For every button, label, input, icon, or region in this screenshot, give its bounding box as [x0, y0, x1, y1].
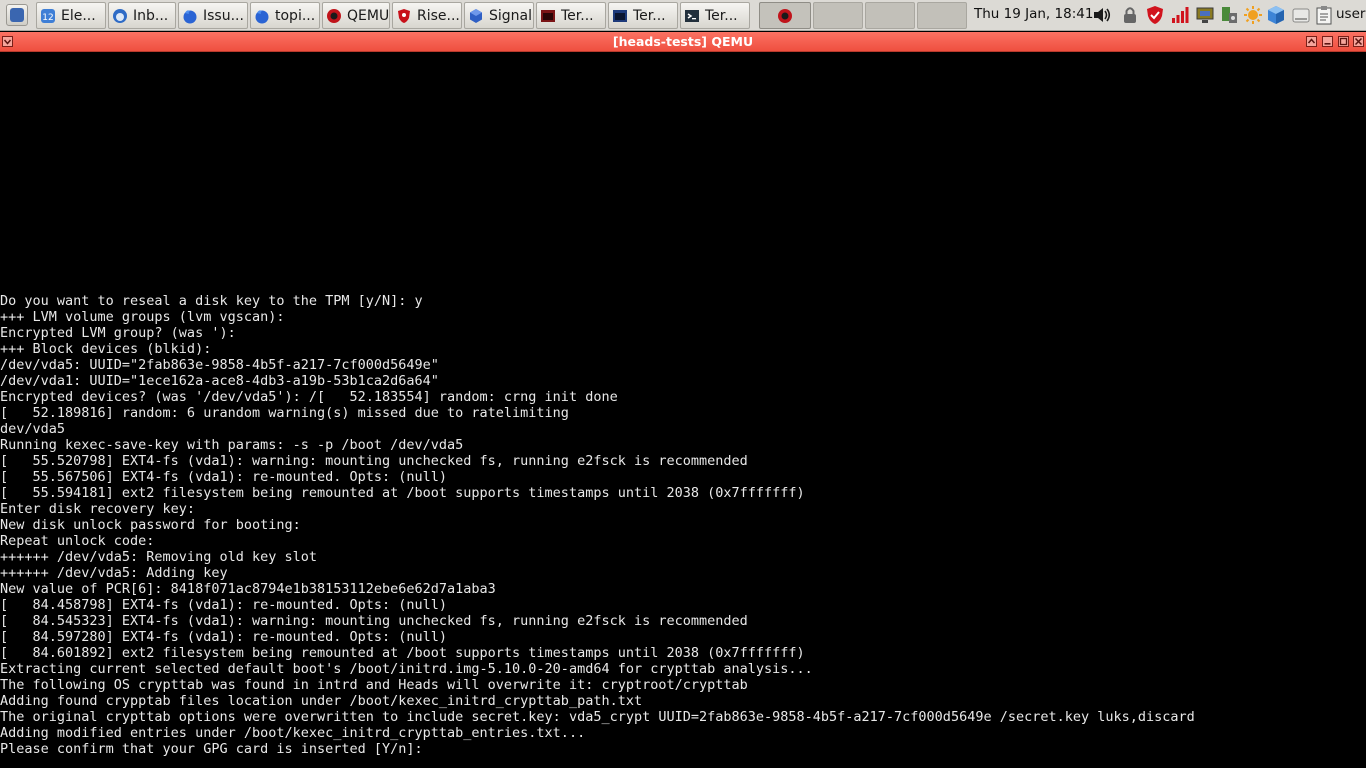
console-line: [ 84.597280] EXT4-fs (vda1): re-mounted.… [0, 629, 448, 645]
task-label: topi... [275, 7, 316, 24]
element-icon: 12 [40, 8, 56, 24]
network-icon[interactable] [1219, 5, 1239, 25]
clock[interactable]: Thu 19 Jan, 18:41 [974, 6, 1093, 22]
window-title: [heads-tests] QEMU [612, 34, 754, 49]
console-line: Adding found crypptab files location und… [0, 693, 643, 709]
console-line: [ 55.567506] EXT4-fs (vda1): re-mounted.… [0, 469, 448, 485]
task-firefox-issues[interactable]: Issu... [178, 2, 248, 29]
console-line: dev/vda5 [0, 421, 66, 437]
terminal-icon [540, 8, 556, 24]
qemu-console[interactable]: Do you want to reseal a disk key to the … [0, 52, 1366, 768]
task-label: Issu... [203, 7, 244, 24]
app-menu-button[interactable] [6, 4, 28, 26]
task-label: Ele... [61, 7, 96, 24]
volume-icon[interactable] [1092, 5, 1112, 25]
console-line: The following OS crypttab was found in i… [0, 677, 748, 693]
console-line: Adding modified entries under /boot/kexe… [0, 725, 586, 741]
console-line: +++ LVM volume groups (lvm vgscan): [0, 309, 285, 325]
qemu-icon [326, 8, 342, 24]
console-line: [ 84.601892] ext2 filesystem being remou… [0, 645, 805, 661]
clipboard-icon[interactable] [1314, 5, 1334, 25]
task-label: Inb... [133, 7, 169, 24]
taskbar: 12 Ele... Inb... Issu... topi... QEMU Ri… [0, 0, 1366, 31]
thunderbird-icon [112, 8, 128, 24]
console-line: [ 52.189816] random: 6 urandom warning(s… [0, 405, 569, 421]
console-line: The original crypttab options were overw… [0, 709, 1195, 725]
console-line: [ 84.545323] EXT4-fs (vda1): warning: mo… [0, 613, 748, 629]
console-line: Do you want to reseal a disk key to the … [0, 293, 423, 309]
task-qemu[interactable]: QEMU [322, 2, 390, 29]
console-line: New disk unlock password for booting: [0, 517, 301, 533]
console-line: Extracting current selected default boot… [0, 661, 813, 677]
updates-icon[interactable] [1243, 5, 1263, 25]
task-terminal-2[interactable]: Ter... [608, 2, 678, 29]
task-label: Ter... [705, 7, 738, 24]
console-line: Encrypted LVM group? (was '): [0, 325, 236, 341]
workspace-1[interactable] [759, 2, 811, 29]
console-line: Enter disk recovery key: [0, 501, 196, 517]
qemu-icon [777, 8, 793, 24]
workspace-4[interactable] [917, 2, 967, 29]
riseup-icon [396, 8, 412, 24]
close-button[interactable] [1353, 36, 1364, 47]
disk-icon[interactable] [1291, 5, 1311, 25]
svg-text:12: 12 [42, 13, 53, 23]
task-riseup[interactable]: Rise... [392, 2, 462, 29]
workspace-2[interactable] [813, 2, 863, 29]
console-line: Running kexec-save-key with params: -s -… [0, 437, 464, 453]
firefox-icon [254, 8, 270, 24]
task-terminal-3[interactable]: Ter... [680, 2, 750, 29]
monitor-icon[interactable] [1195, 5, 1215, 25]
console-line: /dev/vda5: UUID="2fab863e-9858-4b5f-a217… [0, 357, 439, 373]
workspace-3[interactable] [865, 2, 915, 29]
maximize-button[interactable] [1338, 36, 1349, 47]
shade-button[interactable] [1306, 36, 1317, 47]
minimize-button[interactable] [1322, 36, 1333, 47]
terminal-icon [612, 8, 628, 24]
firefox-icon [182, 8, 198, 24]
task-thunderbird[interactable]: Inb... [108, 2, 176, 29]
task-terminal-1[interactable]: Ter... [536, 2, 606, 29]
task-label: Ter... [633, 7, 666, 24]
console-line: [ 55.594181] ext2 filesystem being remou… [0, 485, 805, 501]
console-line: [ 84.458798] EXT4-fs (vda1): re-mounted.… [0, 597, 448, 613]
window-titlebar[interactable]: [heads-tests] QEMU [0, 32, 1366, 52]
terminal-icon [684, 8, 700, 24]
console-line: ++++++ /dev/vda5: Removing old key slot [0, 549, 317, 565]
console-output: Do you want to reseal a disk key to the … [0, 293, 1195, 757]
console-line: +++ Block devices (blkid): [0, 341, 212, 357]
console-line: Repeat unlock code: [0, 533, 155, 549]
console-line: /dev/vda1: UUID="1ece162a-ace8-4db3-a19b… [0, 373, 439, 389]
task-element[interactable]: 12 Ele... [36, 2, 106, 29]
task-label: Ter... [561, 7, 594, 24]
signal-icon [468, 8, 484, 24]
console-line: ++++++ /dev/vda5: Adding key [0, 565, 228, 581]
signal-bars-icon[interactable] [1170, 5, 1190, 25]
task-label: QEMU [347, 7, 390, 24]
task-label: Rise... [417, 7, 460, 24]
console-line: New value of PCR[6]: 8418f071ac8794e1b38… [0, 581, 496, 597]
console-line: [ 55.520798] EXT4-fs (vda1): warning: mo… [0, 453, 748, 469]
task-signal[interactable]: Signal [464, 2, 534, 29]
shield-icon[interactable] [1145, 5, 1165, 25]
task-label: Signal [489, 7, 533, 24]
task-firefox-topic[interactable]: topi... [250, 2, 320, 29]
cube-icon[interactable] [1266, 5, 1286, 25]
console-line: Encrypted devices? (was '/dev/vda5'): /[… [0, 389, 618, 405]
user-menu[interactable]: user [1336, 6, 1365, 22]
console-prompt-line: Please confirm that your GPG card is ins… [0, 741, 423, 757]
menu-icon [10, 8, 24, 22]
lock-icon[interactable] [1120, 5, 1140, 25]
